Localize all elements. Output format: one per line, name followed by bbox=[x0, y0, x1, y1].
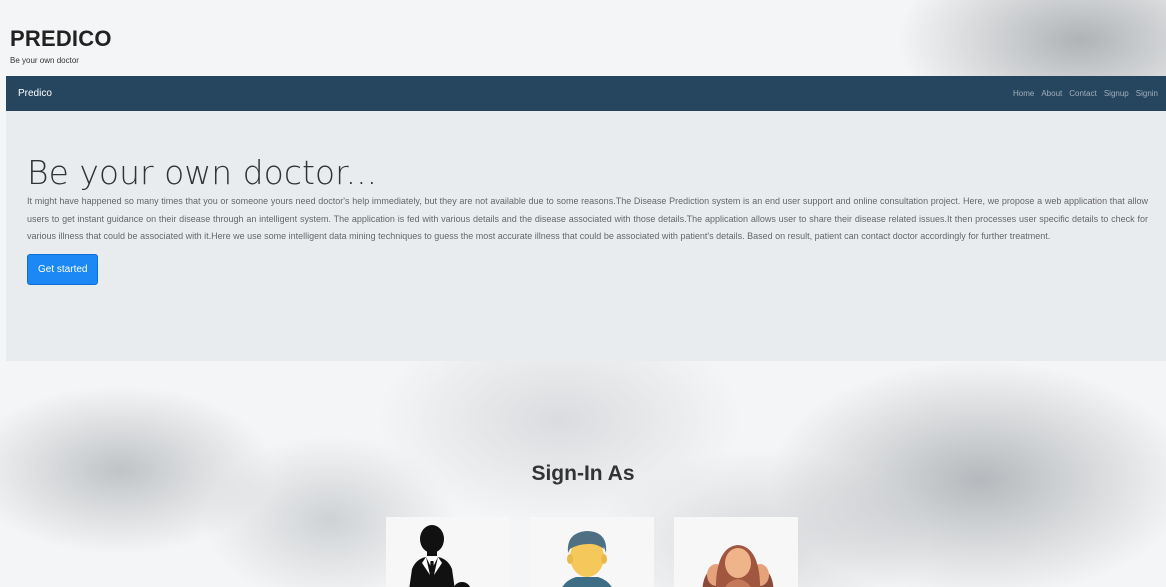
page: PREDICO Be your own doctor Predico Home … bbox=[0, 0, 1166, 587]
hero-description: It might have happened so many times tha… bbox=[27, 196, 1148, 242]
nav-link-contact[interactable]: Contact bbox=[1069, 89, 1097, 98]
signin-card-doctor[interactable] bbox=[386, 517, 510, 587]
navbar-brand[interactable]: Predico bbox=[18, 88, 52, 99]
signin-heading: Sign-In As bbox=[531, 462, 635, 485]
site-tagline: Be your own doctor bbox=[10, 56, 79, 65]
nav-link-signup[interactable]: Signup bbox=[1104, 89, 1129, 98]
navbar: Predico Home About Contact Signup Signin bbox=[6, 76, 1166, 111]
site-title: PREDICO bbox=[10, 26, 112, 51]
get-started-button[interactable]: Get started bbox=[27, 253, 99, 285]
doctor-icon bbox=[409, 525, 471, 587]
site-header: PREDICO Be your own doctor bbox=[10, 26, 112, 66]
admin-group-icon bbox=[702, 545, 774, 587]
hero-jumbotron: Be your own doctor... It might have happ… bbox=[6, 111, 1166, 361]
signin-card-admin[interactable] bbox=[674, 517, 798, 587]
nav-links: Home About Contact Signup Signin bbox=[1013, 89, 1158, 98]
patient-icon bbox=[562, 531, 612, 587]
signin-card-patient[interactable] bbox=[530, 517, 654, 587]
signin-options bbox=[386, 517, 798, 587]
nav-link-home[interactable]: Home bbox=[1013, 89, 1034, 98]
hero-heading: Be your own doctor... bbox=[27, 153, 378, 192]
nav-link-signin[interactable]: Signin bbox=[1136, 89, 1158, 98]
nav-link-about[interactable]: About bbox=[1041, 89, 1062, 98]
